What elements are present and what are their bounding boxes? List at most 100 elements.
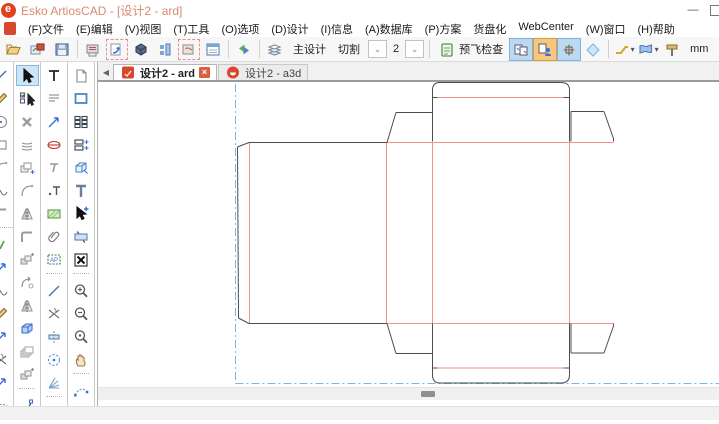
bezier-tool[interactable] [0, 395, 13, 406]
pin-button[interactable] [660, 38, 684, 61]
duplicate-tool[interactable] [16, 157, 39, 178]
select-tool[interactable] [16, 65, 39, 86]
rectangle-tool[interactable] [0, 134, 13, 155]
line-weight-combo[interactable]: ⌄ [405, 40, 424, 58]
rebuild-design-button[interactable] [232, 38, 256, 61]
horizontal-scrollbar[interactable] [98, 387, 719, 400]
frame-tool[interactable] [70, 88, 93, 109]
edit-nodes-tool[interactable] [70, 380, 93, 401]
array-copy-tool[interactable] [16, 364, 39, 385]
guide-lines[interactable] [236, 84, 719, 384]
perpendicular-tool[interactable] [43, 326, 66, 347]
paragraph-align-tool[interactable] [43, 88, 66, 109]
standards-catalog-button[interactable] [153, 38, 177, 61]
center-point-tool[interactable] [43, 349, 66, 370]
zoom-in-tool[interactable] [70, 280, 93, 301]
convert-3d-tool[interactable] [70, 157, 93, 178]
attachment-tool[interactable] [43, 226, 66, 247]
new-page-tool[interactable] [70, 65, 93, 86]
layers-fan-tool[interactable] [16, 134, 39, 155]
menu-item-1[interactable]: (E)编辑 [70, 21, 119, 37]
move-copy-tool[interactable] [16, 249, 39, 270]
menu-item-5[interactable]: (D)设计 [265, 21, 314, 37]
save-button[interactable] [50, 38, 74, 61]
pan-tool[interactable] [70, 349, 93, 370]
bridging-button[interactable]: ▾ [636, 38, 660, 61]
select-by-properties-tool[interactable] [16, 88, 39, 109]
drawing-canvas[interactable] [98, 82, 719, 387]
publish-documents-button[interactable] [533, 38, 557, 61]
mirror-tool[interactable] [16, 203, 39, 224]
tab-1[interactable]: 设计2 - a3d [218, 64, 308, 80]
corner-tool[interactable] [0, 203, 13, 224]
text-tool[interactable] [43, 65, 66, 86]
menu-item-8[interactable]: (P)方案 [419, 21, 468, 37]
menu-item-12[interactable]: (H)帮助 [632, 21, 681, 37]
cut-line-tool[interactable] [43, 303, 66, 324]
angle-measure-tool[interactable] [43, 403, 66, 406]
crease-lines[interactable] [250, 98, 614, 369]
print-sample-button[interactable] [81, 38, 105, 61]
ellipse-tool[interactable] [43, 134, 66, 155]
cut-lines[interactable] [238, 83, 614, 384]
database-browser-button[interactable] [201, 38, 225, 61]
curve-tool[interactable] [0, 180, 13, 201]
dieline-drawing[interactable] [98, 82, 719, 387]
menu-item-2[interactable]: (V)视图 [119, 21, 168, 37]
move-point-tool[interactable] [0, 234, 13, 255]
trim-tool[interactable] [0, 349, 13, 370]
zoom-out-tool[interactable] [70, 303, 93, 324]
line-tool[interactable] [0, 65, 13, 86]
menu-item-0[interactable]: (F)文件 [22, 21, 70, 37]
auto-position-tool[interactable]: AP [43, 249, 66, 270]
menu-item-6[interactable]: (I)信息 [315, 21, 359, 37]
open-button[interactable] [2, 38, 26, 61]
maximize-button[interactable] [710, 5, 719, 16]
dimension-arrow-tool[interactable] [43, 111, 66, 132]
freehand-tool[interactable] [0, 303, 13, 324]
construction-line-tool[interactable] [43, 280, 66, 301]
large-text-tool[interactable] [70, 180, 93, 201]
menu-item-10[interactable]: WebCenter [512, 21, 579, 37]
zoom-extents-button[interactable] [581, 38, 605, 61]
rotate-tool[interactable] [16, 272, 39, 293]
menu-item-7[interactable]: (A)数据库 [359, 21, 419, 37]
fillet-corner-tool[interactable] [16, 226, 39, 247]
reflect-tool[interactable] [16, 295, 39, 316]
vector-tool[interactable] [0, 326, 13, 347]
italic-text-tool[interactable] [43, 157, 66, 178]
tab-scroll-left-button[interactable]: ◀ [99, 65, 113, 80]
tab-close-button[interactable]: × [199, 67, 210, 78]
solid-view-button[interactable] [129, 38, 153, 61]
scrollbar-thumb[interactable] [421, 391, 435, 397]
arc-edit-tool[interactable] [16, 180, 39, 201]
layer-select-combo[interactable]: ⌄ [368, 40, 387, 58]
menu-item-9[interactable]: 货盘化 [467, 21, 512, 37]
point-label-tool[interactable] [43, 180, 66, 201]
extrude-tool[interactable] [16, 318, 39, 339]
stretch-panel-tool[interactable] [70, 226, 93, 247]
hatch-fill-tool[interactable] [43, 203, 66, 224]
minimize-button[interactable]: — [676, 4, 710, 16]
angle-lines-tool[interactable] [43, 372, 66, 393]
preflight-check-button[interactable]: 预飞检查 [433, 38, 509, 61]
convert-to-3d-button[interactable] [105, 38, 129, 61]
direction-tool[interactable] [0, 257, 13, 278]
pencil-tool[interactable] [0, 88, 13, 109]
menu-item-11[interactable]: (W)窗口 [580, 21, 632, 37]
export-button[interactable] [177, 38, 201, 61]
menu-item-4[interactable]: (O)选项 [215, 21, 265, 37]
layers-button[interactable] [263, 38, 287, 61]
arc-tool[interactable] [0, 157, 13, 178]
circle-tool[interactable] [0, 111, 13, 132]
line-type-button[interactable]: ▾ [612, 38, 636, 61]
sheet-stack-tool[interactable] [16, 341, 39, 362]
delete-tool[interactable] [16, 111, 39, 132]
spline-tool[interactable] [0, 280, 13, 301]
delete-panel-tool[interactable] [70, 249, 93, 270]
add-to-selection-tool[interactable] [70, 203, 93, 224]
tab-0[interactable]: 设计2 - ard× [113, 64, 217, 80]
blend-corner-tool[interactable] [16, 395, 39, 406]
zoom-rectangle-tool[interactable] [70, 326, 93, 347]
add-panel-tool[interactable] [70, 134, 93, 155]
